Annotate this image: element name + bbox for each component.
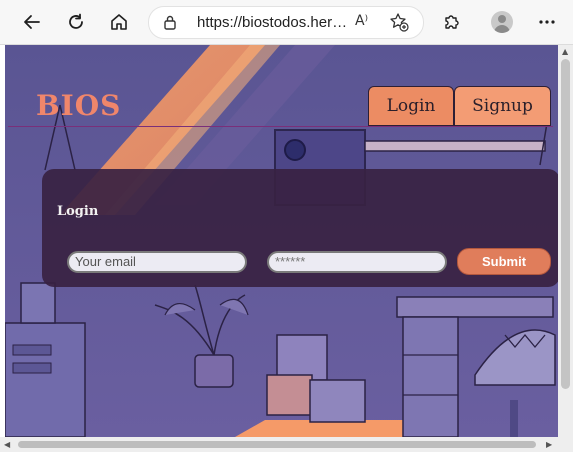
browser-toolbar: https://biostodos.herokuapp.com A⁾ xyxy=(0,0,573,45)
nav-login-button[interactable]: Login xyxy=(368,86,454,126)
site-brand-logo[interactable]: BIOS xyxy=(36,89,121,122)
arrow-left-icon xyxy=(24,15,40,29)
home-icon xyxy=(111,14,127,30)
extensions-button[interactable] xyxy=(437,7,467,37)
back-button[interactable] xyxy=(17,7,47,37)
url-text[interactable]: https://biostodos.herokuapp.com xyxy=(197,13,352,33)
submit-button[interactable]: Submit xyxy=(457,248,551,275)
login-panel: Login Your email ****** Submit xyxy=(42,169,560,287)
header-divider xyxy=(8,126,553,127)
scrollbar-corner xyxy=(558,437,573,452)
scroll-up-icon[interactable]: ▲ xyxy=(562,47,568,56)
star-add-icon[interactable] xyxy=(389,12,409,36)
address-bar[interactable]: https://biostodos.herokuapp.com A⁾ xyxy=(148,6,424,39)
vertical-scroll-thumb[interactable] xyxy=(561,59,570,389)
scroll-right-icon[interactable]: ▶ xyxy=(546,440,552,449)
more-icon xyxy=(539,20,555,24)
horizontal-scroll-thumb[interactable] xyxy=(18,441,536,448)
page-viewport: BIOS Login Signup Login Your email *****… xyxy=(0,45,573,452)
more-button[interactable] xyxy=(532,7,562,37)
read-aloud-icon[interactable]: A⁾ xyxy=(355,13,368,29)
puzzle-icon xyxy=(445,15,459,29)
refresh-icon xyxy=(69,13,83,29)
login-title: Login xyxy=(57,204,99,219)
avatar-icon[interactable] xyxy=(491,11,513,33)
horizontal-scrollbar[interactable]: ◀ ▶ xyxy=(0,437,558,452)
refresh-button[interactable] xyxy=(61,7,91,37)
home-button[interactable] xyxy=(104,7,134,37)
lock-icon[interactable] xyxy=(163,14,177,34)
password-field[interactable]: ****** xyxy=(267,251,447,273)
scroll-left-icon[interactable]: ◀ xyxy=(4,440,10,449)
nav-signup-button[interactable]: Signup xyxy=(454,86,551,126)
email-field[interactable]: Your email xyxy=(67,251,247,273)
vertical-scrollbar[interactable]: ▲ xyxy=(558,45,573,437)
